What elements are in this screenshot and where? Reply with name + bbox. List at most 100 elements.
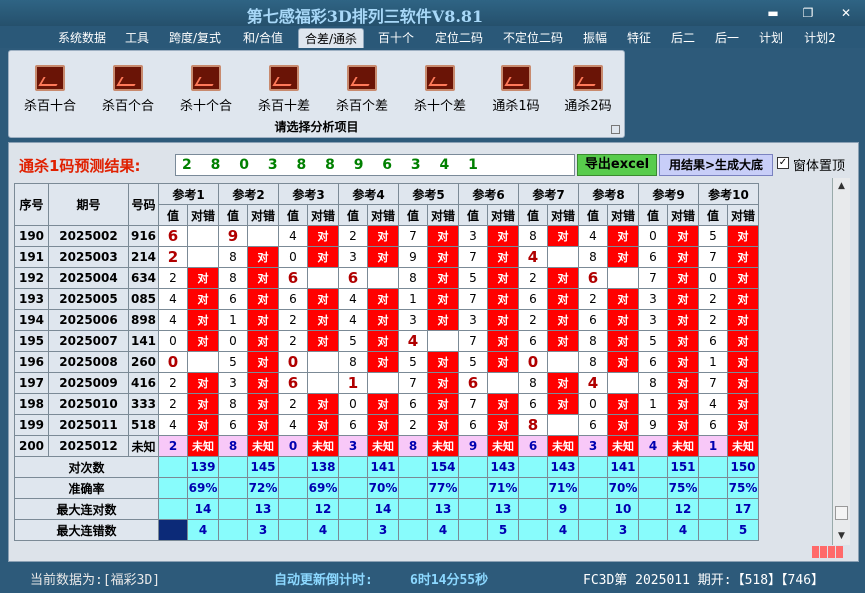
header-result: 对错: [187, 204, 219, 226]
restore-icon[interactable]: ❐: [797, 4, 819, 22]
dialog-launcher-icon[interactable]: [611, 125, 620, 134]
stats-spacer: [518, 519, 548, 541]
table-row[interactable]: 194 2025006 898 4 对 1 对 2 对 4 对 3 对 3 对 2 对 6 对 3 对 2 对: [14, 309, 759, 331]
ref-result: 对: [367, 288, 399, 310]
close-icon[interactable]: ✕: [835, 4, 857, 22]
ref-result: 对: [607, 309, 639, 331]
ref-value: 8: [578, 330, 608, 352]
kill-hundreds-tens-sum-button[interactable]: 杀百十合: [15, 65, 85, 115]
ref-value: 5: [398, 351, 428, 373]
menu-sum-diff-kill[interactable]: 合差/通杀: [298, 28, 364, 48]
stats-value: 141: [367, 456, 399, 478]
menu-last-one[interactable]: 后一: [710, 28, 744, 48]
menu-last-two[interactable]: 后二: [666, 28, 700, 48]
stats-value: 69%: [307, 477, 339, 499]
window-title: 第七感福彩3D排列三软件V8.81: [246, 7, 484, 26]
stats-spacer: [398, 498, 428, 520]
stats-value: 17: [727, 498, 759, 520]
stats-spacer: [218, 519, 248, 541]
ref-result: 未知: [727, 435, 759, 457]
stats-value: 143: [487, 456, 519, 478]
header-value: 值: [398, 204, 428, 226]
resize-grip-icon[interactable]: [812, 546, 848, 560]
generate-base-button[interactable]: 用结果>生成大底: [659, 154, 773, 176]
scroll-up-icon[interactable]: ▲: [833, 178, 850, 194]
ref-result: 对: [727, 267, 759, 289]
ref-value: 0: [338, 393, 368, 415]
stats-spacer: [278, 498, 308, 520]
menu-span-compound[interactable]: 跨度/复式: [164, 28, 226, 48]
vertical-scrollbar[interactable]: ▲ ▼: [832, 178, 850, 545]
menu-nonposition-two[interactable]: 不定位二码: [497, 28, 569, 48]
ref-result: 未知: [667, 435, 699, 457]
stats-spacer: [218, 456, 248, 478]
chart-icon: [269, 65, 299, 91]
table-row[interactable]: 199 2025011 518 4 对 6 对 4 对 6 对 2 对 6 对 8 6 对 9 对 6 对: [14, 414, 759, 436]
stats-value: 71%: [487, 477, 519, 499]
header-result: 对错: [727, 204, 759, 226]
header-value: 值: [638, 204, 668, 226]
table-row[interactable]: 192 2025004 634 2 对 8 对 6 6 8 对 5 对 2 对 6 7 对 0 对: [14, 267, 759, 289]
menu-position-two[interactable]: 定位二码: [430, 28, 488, 48]
table-row[interactable]: 190 2025002 916 6 9 4 对 2 对 7 对 3 对 8 对 4 对 0 对 5 对: [14, 225, 759, 247]
menu-plan[interactable]: 计划: [754, 28, 788, 48]
minimize-icon[interactable]: ▬: [762, 4, 784, 22]
row-period: 2025007: [48, 330, 129, 352]
header-result: 对错: [307, 204, 339, 226]
ref-result: 对: [547, 267, 579, 289]
row-period: 2025010: [48, 393, 129, 415]
ref-value: 4: [698, 393, 728, 415]
ref-result: 对: [667, 309, 699, 331]
row-period: 2025008: [48, 351, 129, 373]
stats-value: 70%: [607, 477, 639, 499]
ref-value: 6: [698, 330, 728, 352]
table-row[interactable]: 195 2025007 141 0 对 0 对 2 对 5 对 4 7 对 6 对 8 对 5 对 6 对: [14, 330, 759, 352]
menu-bai-shi-ge[interactable]: 百十个: [373, 28, 419, 48]
menu-amplitude[interactable]: 振幅: [578, 28, 612, 48]
menu-sum[interactable]: 和/合值: [236, 28, 290, 48]
ref-result: 对: [427, 309, 459, 331]
stats-spacer: [158, 456, 188, 478]
stats-spacer: [218, 477, 248, 499]
ref-value: 7: [398, 225, 428, 247]
ref-value: 0: [698, 267, 728, 289]
ref-result: 对: [247, 414, 279, 436]
always-on-top-checkbox[interactable]: ✓: [777, 157, 789, 169]
ref-result: 对: [487, 414, 519, 436]
export-excel-button[interactable]: 导出excel: [577, 154, 657, 176]
ref-value: 6: [218, 414, 248, 436]
scroll-down-icon[interactable]: ▼: [833, 528, 850, 544]
stats-spacer: [698, 519, 728, 541]
kill-hundreds-units-sum-button[interactable]: 杀百个合: [93, 65, 163, 115]
kill-hundreds-units-diff-button[interactable]: 杀百个差: [327, 65, 397, 115]
row-period: 2025012: [48, 435, 129, 457]
prediction-value-field[interactable]: 2 8 0 3 8 8 9 6 3 4 1: [175, 154, 575, 176]
chart-icon: [113, 65, 143, 91]
kill-one-code-button[interactable]: 通杀1码: [481, 65, 551, 115]
menu-plan2[interactable]: 计划2: [797, 28, 843, 48]
menu-tools[interactable]: 工具: [120, 28, 154, 48]
kill-two-code-button[interactable]: 通杀2码: [553, 65, 623, 115]
stats-spacer: [338, 456, 368, 478]
ref-value: 8: [218, 246, 248, 268]
table-row[interactable]: 198 2025010 333 2 对 8 对 2 对 0 对 6 对 7 对 6 对 0 对 1 对 4 对: [14, 393, 759, 415]
ref-value: 0: [518, 351, 548, 373]
kill-hundreds-tens-diff-button[interactable]: 杀百十差: [249, 65, 319, 115]
header-value: 值: [458, 204, 488, 226]
ref-result: 对: [667, 372, 699, 394]
kill-tens-units-sum-button[interactable]: 杀十个合: [171, 65, 241, 115]
table-row[interactable]: 197 2025009 416 2 对 3 对 6 1 7 对 6 8 对 4 8 对 7 对: [14, 372, 759, 394]
scroll-thumb[interactable]: [835, 506, 848, 520]
table-row[interactable]: 191 2025003 214 2 8 对 0 对 3 对 9 对 7 对 4 8 对 6 对 7 对: [14, 246, 759, 268]
table-row[interactable]: 193 2025005 085 4 对 6 对 6 对 4 对 1 对 7 对 6 对 2 对 3 对 2 对: [14, 288, 759, 310]
menu-system-data[interactable]: 系统数据: [52, 28, 112, 48]
ref-result: 对: [367, 393, 399, 415]
ref-value: 6: [518, 393, 548, 415]
menu-feature[interactable]: 特征: [622, 28, 656, 48]
ref-result: 对: [187, 393, 219, 415]
ref-value: 6: [278, 372, 308, 394]
table-row[interactable]: 196 2025008 260 0 5 对 0 8 对 5 对 5 对 0 8 对 6 对 1 对: [14, 351, 759, 373]
stats-value: 75%: [727, 477, 759, 499]
kill-tens-units-diff-button[interactable]: 杀十个差: [405, 65, 475, 115]
table-row[interactable]: 200 2025012 未知 2 未知 8 未知 0 未知 3 未知 8 未知 9 未知 6 未知 3 未知 4 未知 1…: [14, 435, 759, 457]
